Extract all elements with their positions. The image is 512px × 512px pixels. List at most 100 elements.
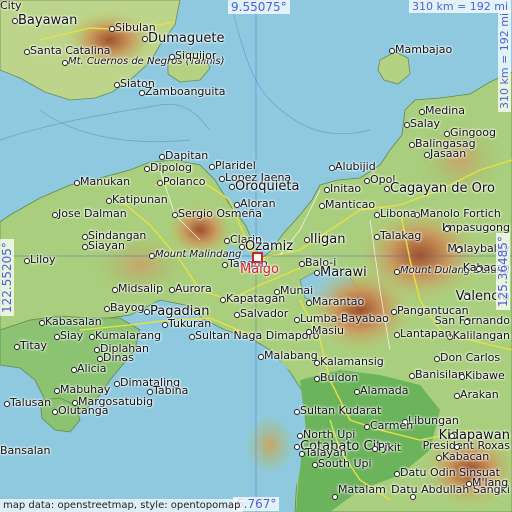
place-dot-icon [364,178,370,184]
place-dot-icon [294,444,300,450]
place-label: Titay [20,339,48,352]
place-dot-icon [394,269,400,275]
place-label: Pikit [378,441,402,454]
place-dot-icon [189,334,195,340]
place-dot-icon [314,270,320,276]
place-label: Carmen [370,419,414,432]
place-label: Malabang [264,349,318,362]
place-label: Kalilangan [452,329,510,342]
place-label: Sultan Kudarat [300,404,382,417]
place-dot-icon [258,354,264,360]
place-dot-icon [4,401,10,407]
place-label: Talakag [380,229,422,242]
place-dot-icon [142,36,148,42]
place-label: Kabasalan [45,315,102,328]
place-label: Manticao [325,198,376,211]
place-dot-icon [374,234,380,240]
place-label: Jose Dalman [58,207,127,220]
scale-horizontal: 310 km = 192 mi [409,0,512,13]
place-dot-icon [409,142,415,148]
place-label: Cagayan de Oro [390,181,495,196]
place-dot-icon [476,266,482,272]
place-dot-icon [364,424,370,430]
place-dot-icon [24,258,30,264]
place-dot-icon [434,356,440,362]
place-label: Kalamansig [320,355,384,368]
place-dot-icon [466,481,472,487]
place-dot-icon [39,320,45,326]
place-dot-icon [444,226,450,232]
place-label: Lantapan [400,327,452,340]
place-dot-icon [104,306,110,312]
place-label: Siayan [88,239,126,252]
place-dot-icon [54,388,60,394]
place-dot-icon [384,186,390,192]
place-dot-icon [306,300,312,306]
main-place-label: Maigo [240,262,279,277]
place-dot-icon [294,317,300,323]
place-dot-icon [71,367,77,373]
place-dot-icon [389,48,395,54]
place-label: Masiu [312,324,344,337]
place-label: Libungan [408,414,459,427]
place-dot-icon [319,203,325,209]
place-dot-icon [424,152,430,158]
place-label: North Upi [303,428,356,441]
place-dot-icon [391,309,397,315]
place-dot-icon [114,82,120,88]
place-label: San Fernando [434,314,510,327]
place-label: Dumaguete [148,31,225,46]
place-dot-icon [157,180,163,186]
place-dot-icon [220,297,226,303]
place-dot-icon [24,49,30,55]
place-label: Kumalarang [95,329,162,342]
place-dot-icon [169,54,175,60]
place-dot-icon [209,164,215,170]
place-dot-icon [224,238,230,244]
place-label: Alubijid [335,160,376,173]
place-dot-icon [456,247,462,253]
place-label: Mambajao [395,43,453,56]
place-label: Siay [60,329,84,342]
place-dot-icon [139,90,145,96]
place-label: Siquijor [175,49,217,62]
place-dot-icon [394,471,400,477]
place-label: Iligan [310,232,346,247]
place-dot-icon [294,409,300,415]
place-dot-icon [82,244,88,250]
place-dot-icon [172,212,178,218]
place-label: Salay [410,117,441,130]
place-dot-icon [114,381,120,387]
place-dot-icon [229,184,235,190]
place-dot-icon [62,60,68,66]
place-dot-icon [464,294,470,300]
place-dot-icon [149,253,155,259]
place-label: City [0,0,22,12]
place-dot-icon [52,409,58,415]
place-dot-icon [144,166,150,172]
place-dot-icon [89,334,95,340]
place-dot-icon [14,344,20,350]
place-label: Arakan [460,388,499,401]
place-dot-icon [394,332,400,338]
place-label: Tabina [153,384,189,397]
place-label: Kibawe [465,369,505,382]
place-dot-icon [52,212,58,218]
place-label: Dinas [103,351,134,364]
place-dot-icon [219,176,225,182]
place-label: Banisilan [415,368,465,381]
place-label: M'lang [472,476,509,489]
place-label: Salvador [240,307,289,320]
place-dot-icon [74,180,80,186]
place-label: Munai [280,284,314,297]
attribution: map data: openstreetmap, style: opentopo… [0,499,244,512]
place-dot-icon [312,462,318,468]
place-dot-icon [222,262,228,268]
place-label: Polanco [163,175,206,188]
place-dot-icon [329,165,335,171]
place-dot-icon [147,389,153,395]
place-dot-icon [144,309,150,315]
place-dot-icon [454,393,460,399]
place-label: Marawi [320,265,367,280]
place-dot-icon [162,322,168,328]
